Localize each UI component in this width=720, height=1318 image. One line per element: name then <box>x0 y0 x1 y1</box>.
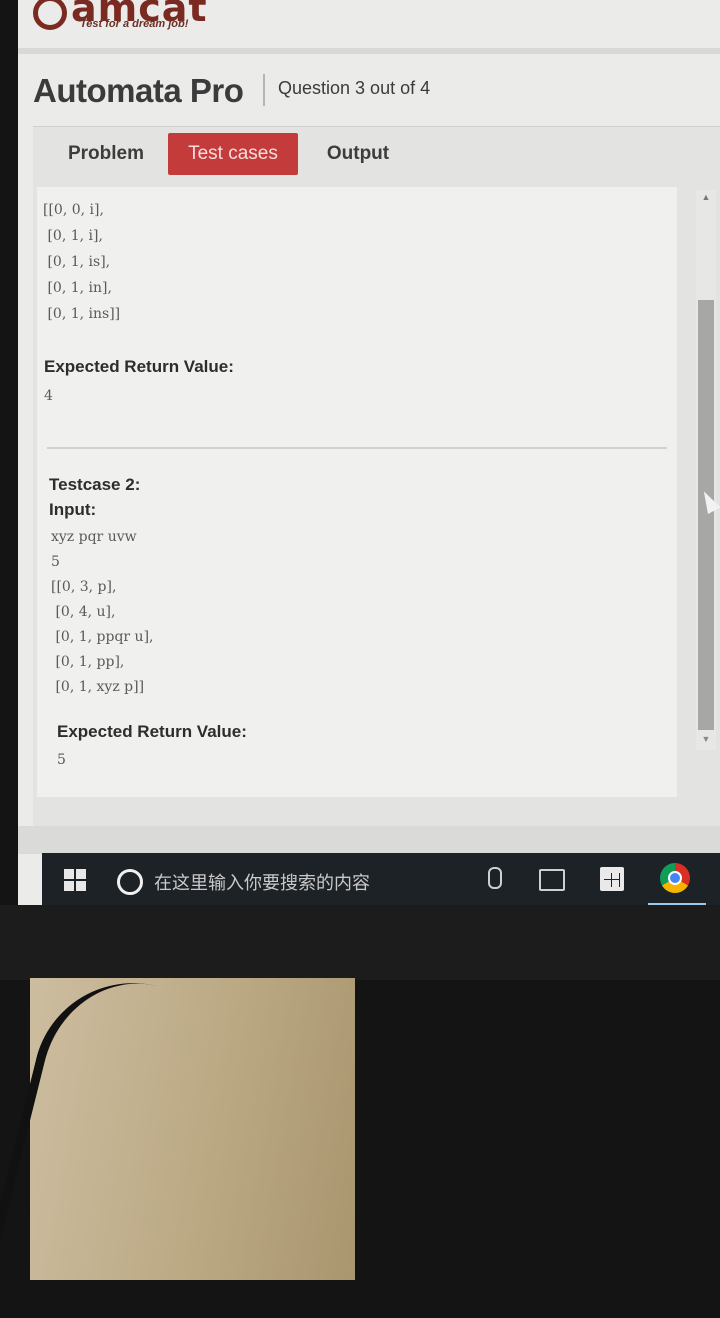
app-header: Automata Pro Question 3 out of 4 <box>18 60 720 122</box>
testcase2-expected-value: 5 <box>57 752 66 768</box>
tab-test-cases[interactable]: Test cases <box>168 133 298 175</box>
question-panel: Problem Test cases Output [[0, 0, i], [0… <box>33 126 720 827</box>
testcase1-expected-label: Expected Return Value: <box>44 357 234 376</box>
app-title: Automata Pro <box>33 72 244 109</box>
testcase1-expected-value: 4 <box>44 388 53 404</box>
scrollbar-thumb[interactable] <box>698 300 714 730</box>
chrome-icon[interactable] <box>660 863 690 893</box>
amcat-logo-icon <box>33 0 67 30</box>
title-divider <box>263 74 265 106</box>
scroll-down-icon[interactable]: ▼ <box>696 734 716 748</box>
microphone-icon[interactable] <box>488 867 502 889</box>
task-view-icon[interactable] <box>539 869 565 891</box>
tab-output[interactable]: Output <box>308 133 408 175</box>
logo-tagline: Test for a dream job! <box>80 18 189 30</box>
testcase2-title: Testcase 2: <box>49 475 141 494</box>
taskbar-search-input[interactable]: 在这里输入你要搜索的内容 <box>154 869 370 895</box>
tab-bar: Problem Test cases Output <box>33 133 720 179</box>
monitor-screen: amcat Test for a dream job! Automata Pro… <box>18 0 720 905</box>
page-footer <box>18 826 720 854</box>
testcase-divider <box>47 447 667 449</box>
testcase2-input-label: Input: <box>49 500 97 519</box>
question-counter: Question 3 out of 4 <box>278 78 431 98</box>
amcat-logo: amcat Test for a dream job! <box>33 0 208 44</box>
content-scrollbar[interactable]: ▲ ▼ <box>696 190 716 750</box>
store-icon[interactable] <box>600 867 624 891</box>
windows-start-icon[interactable] <box>64 869 86 891</box>
testcase1-input-tail: [[0, 0, i], [0, 1, i], [0, 1, is], [0, 1… <box>43 202 121 322</box>
test-cases-content: [[0, 0, i], [0, 1, i], [0, 1, is], [0, 1… <box>37 187 677 797</box>
scroll-up-icon[interactable]: ▲ <box>696 192 716 206</box>
monitor-bezel <box>0 905 720 980</box>
header-divider <box>18 48 720 54</box>
testcase2-expected-label: Expected Return Value: <box>57 722 247 741</box>
tab-problem[interactable]: Problem <box>51 133 161 175</box>
windows-taskbar: 在这里输入你要搜索的内容 <box>42 853 720 908</box>
cortana-icon[interactable] <box>117 869 143 895</box>
testcase2-input: xyz pqr uvw 5 [[0, 3, p], [0, 4, u], [0,… <box>51 529 154 695</box>
